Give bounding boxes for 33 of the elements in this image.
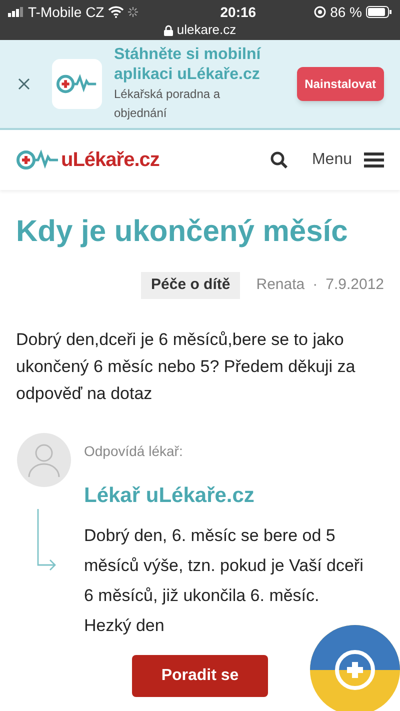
battery-icon	[366, 6, 392, 18]
question-title: Kdy je ukončený měsíc	[16, 214, 349, 250]
answer-label: Odpovídá lékař:	[84, 442, 184, 461]
reply-arrow-icon	[36, 508, 58, 570]
carrier: T-Mobile CZ	[28, 2, 104, 22]
separator-dot: ·	[312, 275, 318, 295]
category-tag[interactable]: Péče o dítě	[141, 272, 240, 298]
search-button[interactable]	[270, 151, 288, 169]
question-text: Dobrý den,dceři je 6 měsíců,bere se to jako ukončený 6 měsíc nebo 5? Předem děkuji za odpověď na dotaz	[16, 328, 356, 404]
signal-icon	[8, 7, 24, 17]
logo-icon	[16, 149, 60, 171]
ask-button[interactable]: Poradit se	[132, 655, 268, 697]
logo-text: uLékaře.cz	[61, 148, 160, 173]
answer-text: Dobrý den, 6. měsíc se bere od 5 měsíců výše, tzn. pokud je Vaší dceři 6 měsíců, již ukončila 6. měsíc. Hezký den	[84, 525, 364, 637]
menu-icon	[364, 152, 384, 168]
site-logo[interactable]: uLékaře.cz	[16, 145, 160, 175]
fab-button[interactable]	[310, 625, 400, 711]
question-date: 7.9.2012	[326, 275, 384, 295]
menu-button[interactable]: Menu	[312, 148, 384, 172]
clock: 20:16	[220, 2, 256, 22]
loading-icon	[128, 7, 138, 17]
lock-icon	[164, 24, 173, 36]
app-icon	[52, 59, 102, 109]
rotation-lock-icon	[314, 6, 326, 18]
battery-percent: 86 %	[330, 2, 362, 22]
url-text[interactable]: ulekare.cz	[176, 20, 236, 40]
close-button[interactable]	[16, 76, 32, 92]
author-name: Renata	[256, 275, 305, 295]
install-button[interactable]: Nainstalovat	[296, 67, 384, 101]
banner-title: Stáhněte si mobilní aplikaci uLékaře.cz	[114, 45, 262, 85]
avatar-icon	[17, 432, 71, 486]
wifi-icon	[108, 6, 124, 18]
banner-subtitle: Lékařská poradna a objednání	[114, 86, 222, 122]
